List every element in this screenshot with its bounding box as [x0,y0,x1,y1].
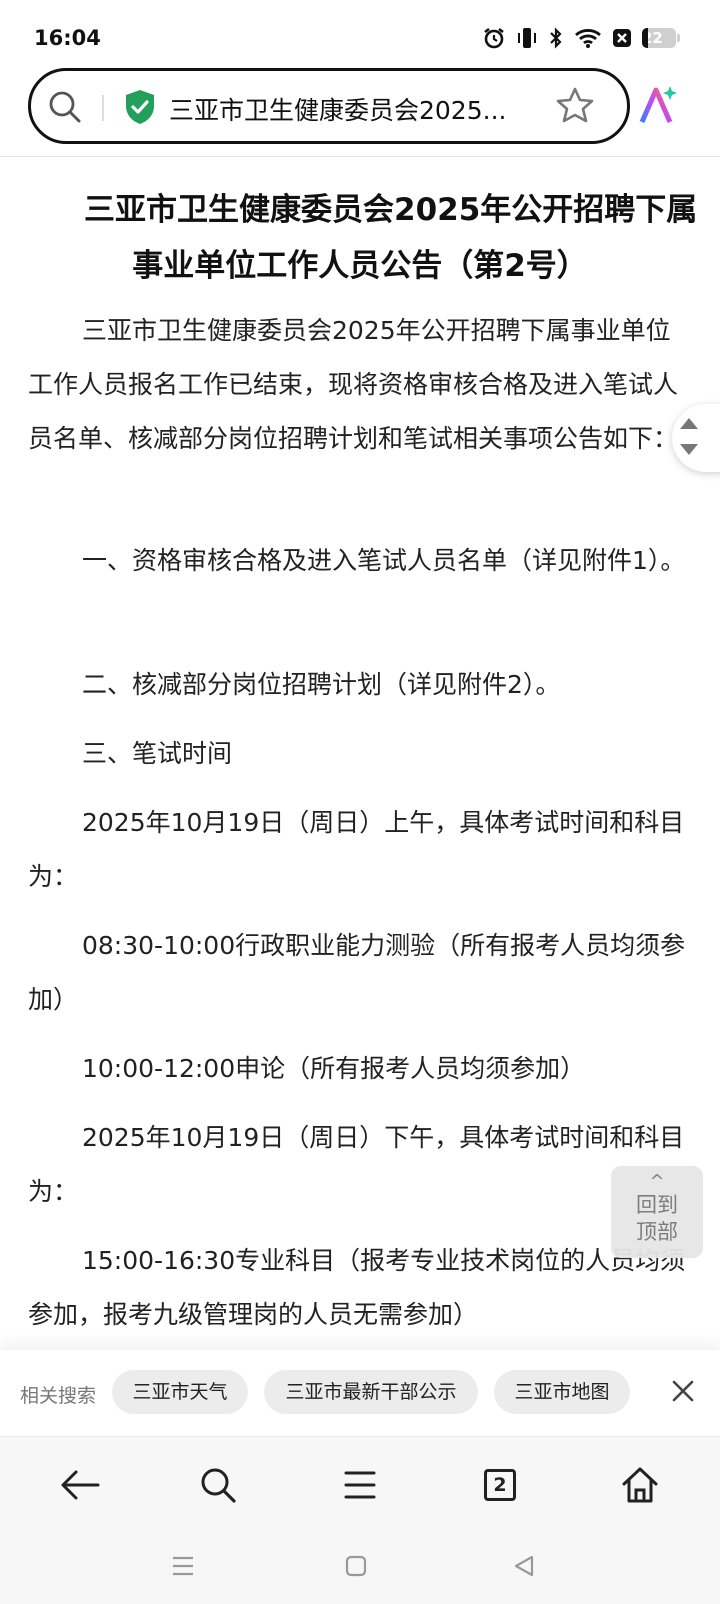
related-chip[interactable]: 三亚市地图 [494,1370,630,1414]
bluetooth-icon [548,26,564,50]
related-chip[interactable]: 三亚市天气 [112,1370,248,1414]
system-navigation [0,1532,720,1604]
article-content: 三亚市卫生健康委员会2025年公开招聘下属 事业单位工作人员公告（第2号） 三亚… [0,156,720,1326]
back-arrow-icon[interactable] [56,1461,104,1509]
battery-icon: 22 [642,28,680,48]
related-search-label: 相关搜索 [20,1385,97,1407]
home-icon[interactable] [616,1461,664,1509]
paragraph: 一、资格审核合格及进入笔试人员名单（详见附件1）。 [82,546,686,575]
recent-apps-icon[interactable] [170,1554,196,1582]
title-line: 三亚市卫生健康委员会2025年公开招聘下属 [84,192,698,228]
paragraph: 08:30-10:00行政职业能力测验（所有报考人员均须参加） [28,931,686,1014]
back-to-top-label: 回到 [636,1193,678,1217]
address-bar[interactable]: 三亚市卫生健康委员会2025... [28,68,630,144]
tabs-icon[interactable]: 2 [476,1461,524,1509]
status-icons: 22 [482,26,680,50]
wifi-icon [574,27,602,49]
chevron-up-icon [680,418,698,429]
paragraph: 2025年10月19日（周日）上午，具体考试时间和科目为： [28,808,685,891]
home-square-icon[interactable] [344,1554,368,1582]
vibrate-icon [516,26,538,50]
menu-icon[interactable] [336,1461,384,1509]
tab-count: 2 [484,1469,516,1501]
paragraph: 10:00-12:00申论（所有报考人员均须参加） [82,1054,586,1083]
star-icon[interactable] [555,86,595,130]
caret-up-icon: ^ [649,1171,665,1192]
paragraph: 三亚市卫生健康委员会2025年公开招聘下属事业单位工作人员报名工作已结束，现将资… [28,316,679,453]
back-to-top-label: 顶部 [636,1220,678,1244]
paragraph: 三、笔试时间 [82,739,233,768]
alarm-icon [482,26,506,50]
status-bar: 16:04 22 [0,0,720,72]
paragraph: 二、核减部分岗位招聘计划（详见附件2）。 [82,670,561,699]
ai-icon[interactable] [636,84,680,132]
related-search-bar: 相关搜索 三亚市天气 三亚市最新干部公示 三亚市地图 [0,1350,720,1436]
shield-check-icon[interactable] [123,88,157,130]
back-to-top-button[interactable]: ^ 回到 顶部 [611,1166,703,1258]
search-icon[interactable] [194,1461,242,1509]
paragraph: 15:00-16:30专业科目（报考专业技术岗位的人员均须参加，报考九级管理岗的… [28,1246,686,1326]
related-chip[interactable]: 三亚市最新干部公示 [264,1370,478,1414]
address-divider [102,95,104,121]
url-text[interactable]: 三亚市卫生健康委员会2025... [169,91,525,127]
bottom-navigation: 2 [0,1436,720,1533]
paragraph: 2025年10月19日（周日）下午，具体考试时间和科目为： [28,1123,685,1206]
back-triangle-icon[interactable] [512,1554,536,1582]
chevron-down-icon [680,444,698,455]
close-box-icon [612,28,632,48]
title-line: 事业单位工作人员公告（第2号） [132,248,588,284]
article-title: 三亚市卫生健康委员会2025年公开招聘下属 事业单位工作人员公告（第2号） [28,182,698,294]
close-icon[interactable] [670,1378,696,1408]
search-icon[interactable] [47,89,83,129]
status-time: 16:04 [34,26,101,50]
